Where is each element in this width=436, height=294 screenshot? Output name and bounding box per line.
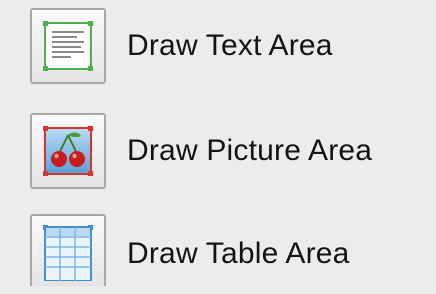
- draw-table-area-tool[interactable]: Draw Table Area: [30, 214, 350, 294]
- draw-text-area-label: Draw Text Area: [127, 29, 333, 62]
- text-area-icon: [43, 21, 93, 71]
- draw-text-area-button[interactable]: [30, 8, 106, 84]
- picture-area-icon: [43, 126, 93, 176]
- draw-picture-area-label: Draw Picture Area: [127, 134, 373, 167]
- draw-table-area-label: Draw Table Area: [127, 237, 350, 270]
- draw-text-area-tool[interactable]: Draw Text Area: [30, 6, 333, 86]
- draw-table-area-button[interactable]: [30, 214, 106, 286]
- table-area-icon: [43, 225, 93, 281]
- draw-picture-area-tool[interactable]: Draw Picture Area: [30, 111, 372, 191]
- draw-picture-area-button[interactable]: [30, 113, 106, 189]
